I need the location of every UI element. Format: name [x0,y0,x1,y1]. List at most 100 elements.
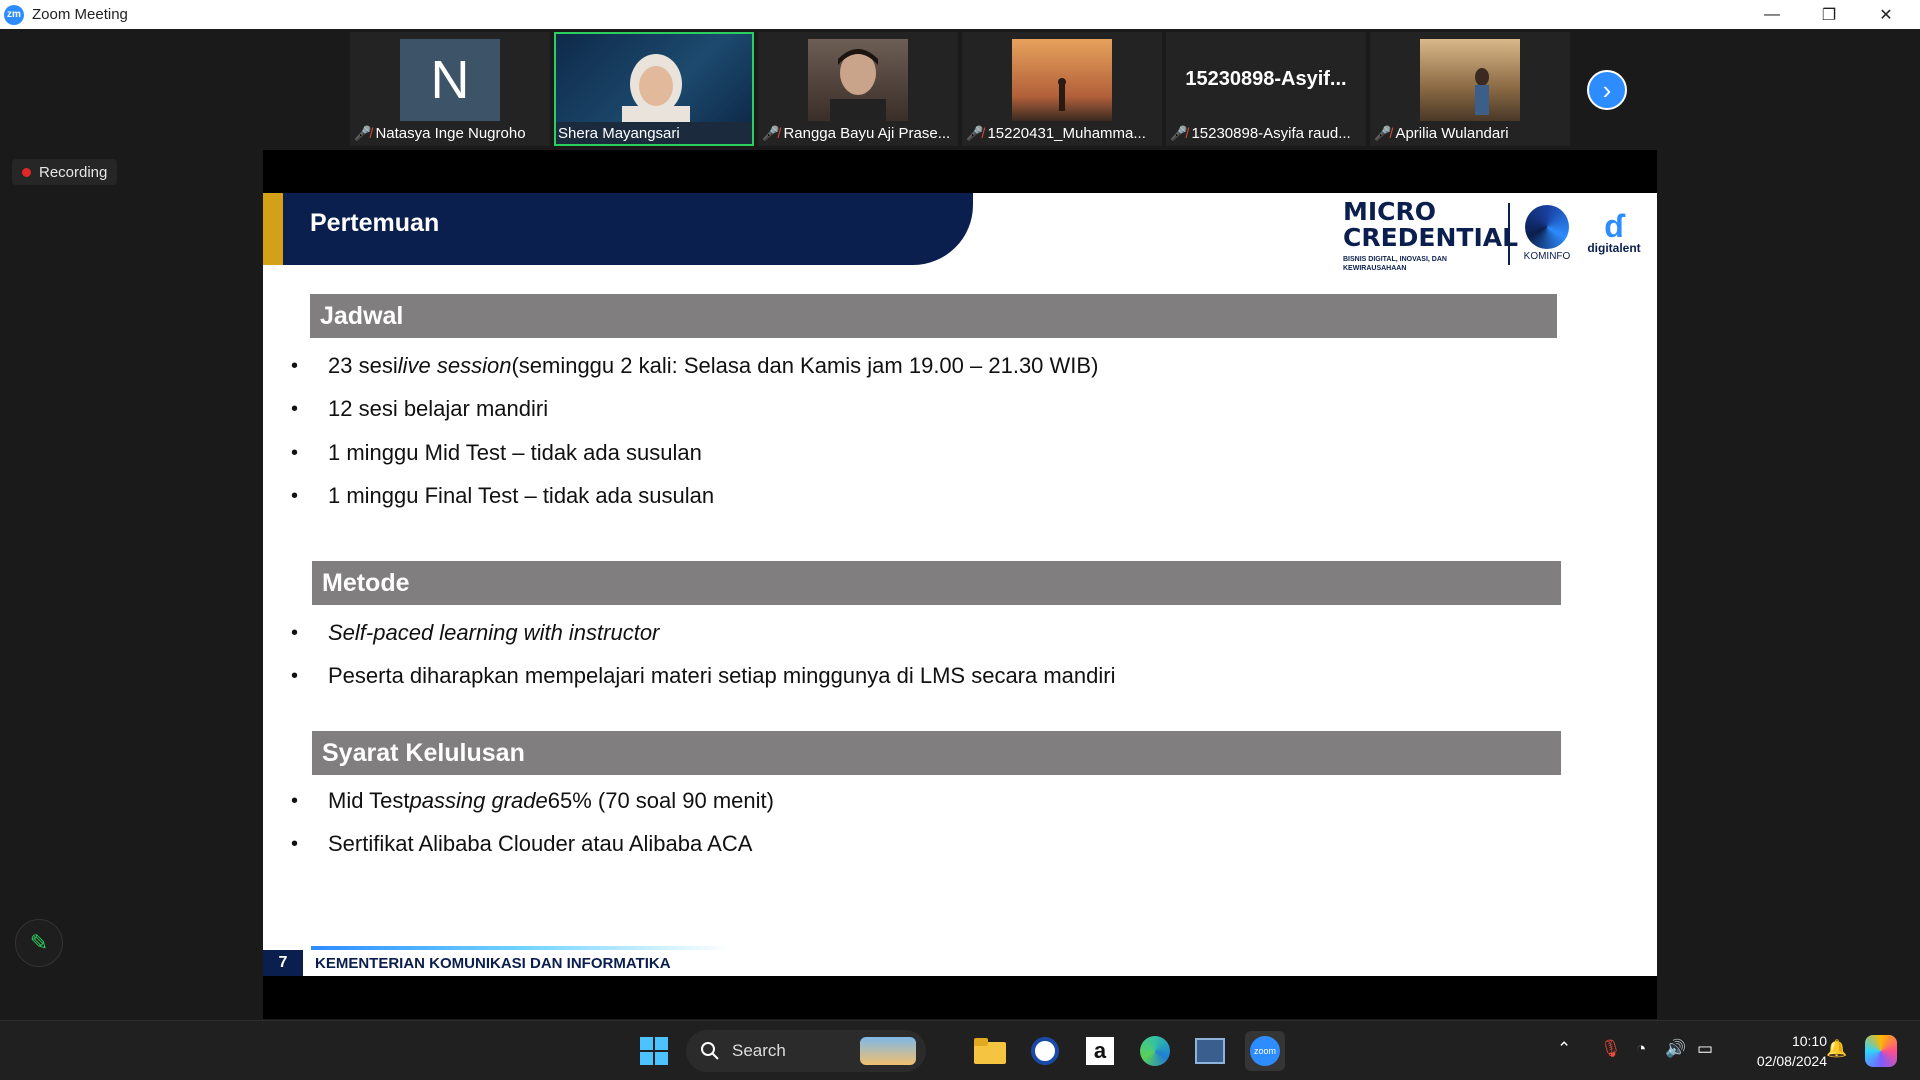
digitalent-label: digitalent [1587,241,1641,255]
person-photo [1475,68,1489,115]
minimize-button[interactable]: — [1743,0,1801,29]
list-item: • Sertifikat Alibaba Clouder atau Alibaba… [291,831,753,856]
participant-tile[interactable]: 🎤̸ Rangga Bayu Aji Prase... [758,32,958,146]
digitalent-logo: ɗ digitalent [1581,210,1647,255]
participant-tile-title: 15230898-Asyif... [1185,68,1347,90]
participant-name: Aprilia Wulandari [1395,125,1509,142]
battery-icon[interactable]: ▭ [1697,1039,1713,1059]
wifi-icon[interactable]: ◔ [1636,1039,1646,1059]
windows-taskbar: Search a zoom ⌃ 🎙 ◔ 🔊 ▭ 10:10 02/08/2024… [0,1020,1920,1080]
list-item: • 1 minggu Mid Test – tidak ada susulan [291,440,702,465]
participant-tile-active-speaker[interactable]: Shera Mayangsari [554,32,754,146]
system-clock[interactable]: 10:10 02/08/2024 [1735,1031,1827,1071]
taskbar-file-explorer[interactable] [970,1031,1010,1071]
recording-indicator[interactable]: Recording [12,159,118,185]
kominfo-logo: KOMINFO [1519,205,1575,262]
participant-tile[interactable]: 🎤̸ Aprilia Wulandari [1370,32,1570,146]
section-heading-metode: Metode [312,561,1561,605]
slide-footer: 7 KEMENTERIAN KOMUNIKASI DAN INFORMATIKA [263,946,1657,976]
minimize-icon: — [1764,5,1780,23]
mic-muted-icon: 🎤̸ [966,125,984,141]
presentation-slide: Pertemuan MICRO CREDENTIAL BISNIS DIGITA… [263,193,1657,976]
start-button[interactable] [634,1031,674,1071]
list-item: • 1 minggu Final Test – tidak ada susulan [291,483,715,508]
avatar [1420,39,1520,121]
title-bar: zm Zoom Meeting — ❐ ✕ [0,0,1920,29]
participant-video [556,34,752,126]
list-item: • Self-paced learning with instructor [291,620,660,645]
participant-name: 15230898-Asyifa raud... [1191,125,1351,142]
zoom-app-icon: zm [4,4,24,25]
footer-text: KEMENTERIAN KOMUNIKASI DAN INFORMATIKA [315,954,671,972]
section-heading-syarat-kelulusan: Syarat Kelulusan [312,731,1561,775]
participant-tile[interactable]: 15230898-Asyif... 🎤̸ 15230898-Asyifa raud… [1166,32,1366,146]
avatar [1012,39,1112,121]
participant-name: Rangga Bayu Aji Prase... [783,125,951,142]
silhouette-photo [1058,78,1066,111]
logo-tagline: BISNIS DIGITAL, INOVASI, DAN KEWIRAUSAHA… [1343,256,1447,272]
list-item: • Mid Test passing grade 65% (70 soal 90 … [291,788,774,813]
chevron-up-icon[interactable]: ⌃ [1557,1039,1571,1059]
slide-page-number: 7 [263,950,303,976]
person-photo [830,49,886,121]
zoom-icon: zoom [1250,1036,1280,1066]
microphone-icon[interactable]: 🎙 [1600,1039,1622,1059]
slide-header-banner: Pertemuan [263,193,973,265]
taskbar-edge[interactable] [1135,1031,1175,1071]
taskbar-app[interactable] [1025,1031,1065,1071]
list-item: • Peserta diharapkan mempelajari materi s… [291,663,1116,688]
search-highlight-icon [860,1037,916,1065]
recording-label: Recording [39,163,108,181]
search-label: Search [732,1041,786,1060]
taskbar-zoom[interactable]: zoom [1245,1031,1285,1071]
amazon-icon: a [1086,1037,1114,1065]
taskbar-app-window[interactable] [1190,1031,1230,1071]
recording-dot-icon [22,167,31,177]
window-title: Zoom Meeting [32,6,128,23]
participant-name: Natasya Inge Nugroho [375,125,526,142]
avatar [808,39,908,121]
participant-tile[interactable]: 🎤̸ 15220431_Muhamma... [962,32,1162,146]
logo-line-1: MICRO [1343,197,1437,226]
app-window-icon [1195,1038,1225,1064]
edge-icon [1140,1036,1170,1066]
speaker-silhouette [622,54,690,126]
pencil-icon: ✎ [29,930,49,955]
avatar: N [400,39,500,121]
slide-title: Pertemuan [310,209,440,237]
logo-divider [1508,203,1510,265]
restore-icon: ❐ [1821,6,1837,24]
copilot-icon[interactable] [1865,1035,1897,1067]
restore-button[interactable]: ❐ [1800,0,1858,29]
gallery-next-button[interactable]: › [1587,70,1627,110]
kominfo-label: KOMINFO [1523,251,1571,262]
section-heading-jadwal: Jadwal [310,294,1557,338]
header-accent-stripe [263,193,283,265]
mic-muted-icon: 🎤̸ [762,125,780,141]
mic-muted-icon: 🎤̸ [354,125,372,141]
micro-credential-logo: MICRO CREDENTIAL BISNIS DIGITAL, INOVASI… [1343,199,1518,273]
clock-time: 10:10 [1791,1033,1827,1049]
mic-muted-icon: 🎤̸ [1374,125,1392,141]
participant-name: Shera Mayangsari [558,125,680,142]
close-button[interactable]: ✕ [1857,0,1915,29]
search-icon [701,1042,719,1060]
volume-icon[interactable]: 🔊 [1665,1039,1686,1059]
participant-tile[interactable]: N 🎤̸ Natasya Inge Nugroho [350,32,550,146]
chevron-right-icon: › [1602,74,1612,105]
kominfo-emblem-icon [1525,205,1569,249]
list-item: • 23 sesi live session (seminggu 2 kali: … [291,353,1099,378]
participant-name: 15220431_Muhamma... [987,125,1146,142]
clock-date: 02/08/2024 [1756,1053,1827,1069]
close-icon: ✕ [1879,6,1893,24]
shared-screen: Pertemuan MICRO CREDENTIAL BISNIS DIGITA… [263,150,1657,1019]
meeting-area: N 🎤̸ Natasya Inge Nugroho Shera Mayangsar… [0,29,1920,1020]
list-item: • 12 sesi belajar mandiri [291,396,549,421]
taskbar-search[interactable]: Search [686,1030,926,1072]
notification-bell-icon[interactable]: 🔔 [1826,1039,1847,1059]
folder-icon [974,1038,1006,1064]
logo-line-2: CREDENTIAL [1343,223,1519,252]
annotate-button[interactable]: ✎ [15,919,63,967]
taskbar-amazon[interactable]: a [1080,1031,1120,1071]
windows-logo-icon [640,1037,668,1065]
